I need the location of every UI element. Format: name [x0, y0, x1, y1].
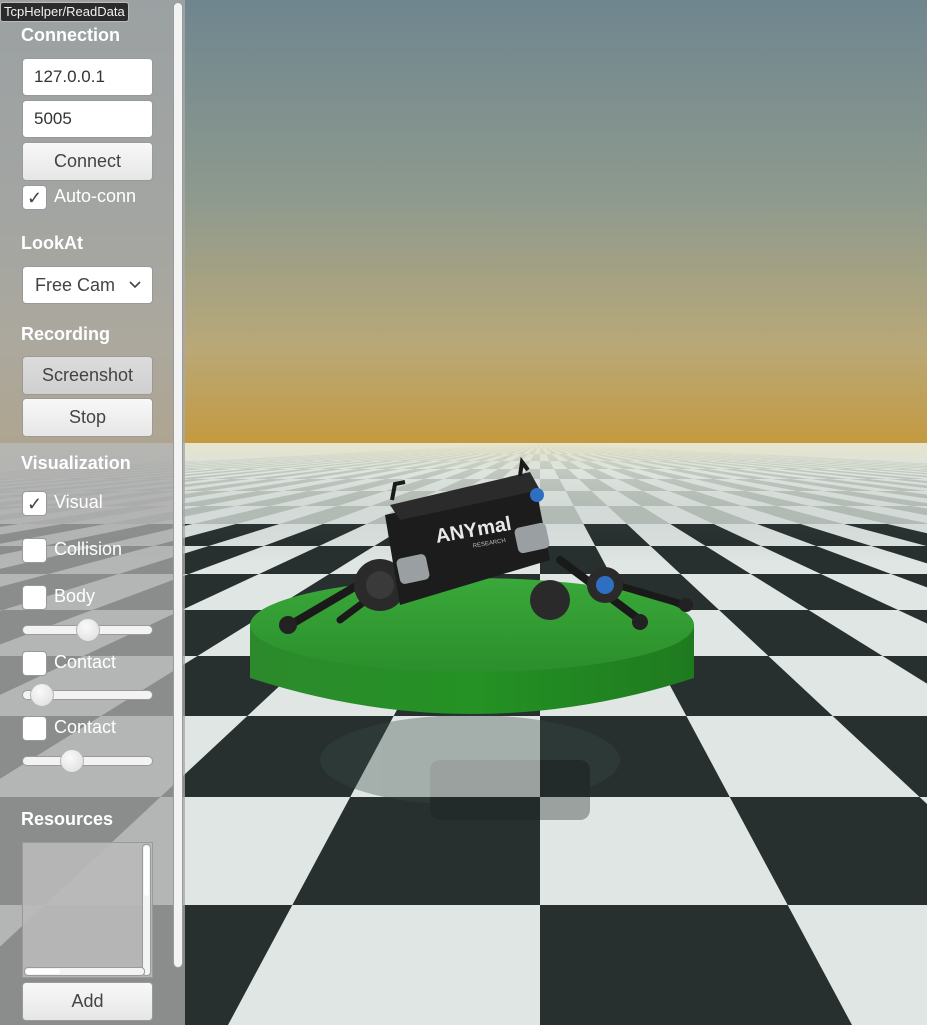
contact-label: Contact: [54, 652, 117, 672]
autoconnect-checkbox[interactable]: ✓: [22, 185, 47, 210]
lookat-heading: LookAt: [21, 233, 83, 253]
panel-scrollbar[interactable]: [173, 2, 183, 968]
checkmark-icon: ✓: [26, 188, 43, 208]
ip-address-field[interactable]: [22, 58, 153, 96]
scrollbar-thumb[interactable]: [144, 846, 149, 896]
slider-knob[interactable]: [75, 618, 100, 642]
slider-knob[interactable]: [30, 683, 55, 707]
collision-checkbox[interactable]: [22, 538, 47, 563]
resources-heading: Resources: [21, 809, 114, 829]
contact-force-label: Contact: [54, 717, 117, 737]
resources-vertical-scrollbar[interactable]: [142, 844, 151, 976]
autoconnect-label: Auto-conn: [54, 186, 137, 206]
contact-force-slider[interactable]: [22, 749, 153, 773]
chevron-down-icon: [128, 267, 142, 316]
control-panel: Connection Connect ✓ Auto-conn LookAt Fr…: [0, 0, 185, 1025]
lookat-selected: Free Cam: [35, 275, 116, 295]
visualization-heading: Visualization: [21, 453, 131, 473]
port-field[interactable]: [22, 100, 153, 138]
scrollbar-thumb[interactable]: [26, 969, 60, 974]
lookat-dropdown[interactable]: Free Cam: [22, 266, 153, 304]
visual-label: Visual: [54, 492, 103, 512]
contact-force-checkbox[interactable]: [22, 716, 47, 741]
resources-list[interactable]: [22, 842, 153, 978]
body-label: Body: [54, 586, 96, 606]
checkmark-icon: ✓: [26, 494, 43, 514]
stop-button[interactable]: Stop: [22, 398, 153, 437]
connect-button[interactable]: Connect: [22, 142, 153, 181]
add-resource-button[interactable]: Add: [22, 982, 153, 1021]
body-slider[interactable]: [22, 618, 153, 642]
recording-heading: Recording: [21, 324, 111, 344]
connection-heading: Connection: [21, 25, 120, 45]
resources-horizontal-scrollbar[interactable]: [24, 967, 145, 976]
body-checkbox[interactable]: [22, 585, 47, 610]
slider-knob[interactable]: [59, 749, 84, 773]
collision-label: Collision: [54, 539, 123, 559]
visual-checkbox[interactable]: ✓: [22, 491, 47, 516]
contact-checkbox[interactable]: [22, 651, 47, 676]
screenshot-button[interactable]: Screenshot: [22, 356, 153, 395]
window-title: TcpHelper/ReadData: [0, 2, 129, 22]
contact-slider[interactable]: [22, 683, 153, 707]
